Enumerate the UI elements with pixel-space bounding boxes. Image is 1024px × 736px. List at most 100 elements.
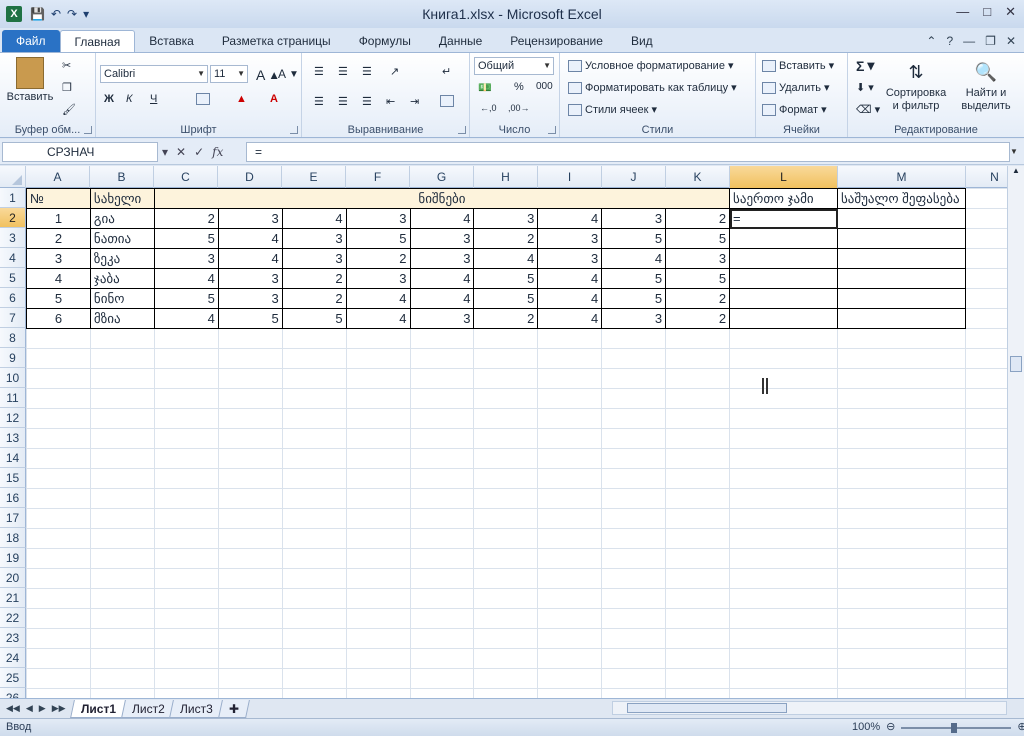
- cell-k15[interactable]: [665, 468, 731, 489]
- cell-k6[interactable]: 2: [665, 288, 731, 309]
- row-header[interactable]: 2: [0, 208, 26, 228]
- cell-e23[interactable]: [281, 628, 347, 649]
- underline-button[interactable]: Ч: [150, 93, 157, 105]
- clipboard-launcher-icon[interactable]: [84, 126, 92, 134]
- cell-a26[interactable]: [26, 688, 91, 698]
- cell-l1[interactable]: საერთო ჯამი: [729, 188, 838, 209]
- cell-m5[interactable]: [837, 268, 966, 289]
- cell-h25[interactable]: [473, 668, 539, 689]
- cell-b25[interactable]: [89, 668, 155, 689]
- tab-view[interactable]: Вид: [617, 30, 667, 52]
- cell-m11[interactable]: [837, 388, 966, 409]
- cell-a15[interactable]: [26, 468, 91, 489]
- cell-l8[interactable]: [729, 328, 838, 349]
- cell-e9[interactable]: [281, 348, 347, 369]
- cell-f12[interactable]: [345, 408, 411, 429]
- cell-g12[interactable]: [409, 408, 475, 429]
- cell-a18[interactable]: [26, 528, 91, 549]
- cell-h19[interactable]: [473, 548, 539, 569]
- cell-i2[interactable]: 4: [537, 208, 603, 229]
- cell-f9[interactable]: [345, 348, 411, 369]
- sheet-tab-3[interactable]: Лист3: [169, 699, 224, 718]
- cell-j23[interactable]: [601, 628, 667, 649]
- cell-k10[interactable]: [665, 368, 731, 389]
- cell-k4[interactable]: 3: [665, 248, 731, 269]
- cell-m25[interactable]: [837, 668, 966, 689]
- vertical-scrollbar[interactable]: ▲: [1007, 166, 1024, 698]
- column-header-m[interactable]: M: [838, 166, 966, 188]
- cell-f26[interactable]: [345, 688, 411, 698]
- cell-d26[interactable]: [217, 688, 283, 698]
- cell-l24[interactable]: [729, 648, 838, 669]
- cell-j6[interactable]: 5: [601, 288, 667, 309]
- cell-f15[interactable]: [345, 468, 411, 489]
- cell-c26[interactable]: [153, 688, 219, 698]
- row-header[interactable]: 24: [0, 648, 26, 668]
- cell-e8[interactable]: [281, 328, 347, 349]
- cell-e4[interactable]: 3: [281, 248, 347, 269]
- row-header[interactable]: 19: [0, 548, 26, 568]
- cell-j21[interactable]: [601, 588, 667, 609]
- cell-g22[interactable]: [409, 608, 475, 629]
- cell-j24[interactable]: [601, 648, 667, 669]
- horizontal-scroll-thumb[interactable]: [627, 703, 787, 713]
- cell-styles-button[interactable]: Стили ячеек ▾: [568, 103, 657, 116]
- name-box[interactable]: СРЗНАЧ: [2, 142, 158, 162]
- cell-i14[interactable]: [537, 448, 603, 469]
- sheet-tab-2[interactable]: Лист2: [120, 699, 176, 718]
- row-header[interactable]: 12: [0, 408, 26, 428]
- bold-button[interactable]: Ж: [104, 93, 114, 105]
- cell-m7[interactable]: [837, 308, 966, 329]
- row-header[interactable]: 7: [0, 308, 26, 328]
- copy-icon[interactable]: ❐: [62, 81, 72, 94]
- cell-i20[interactable]: [537, 568, 603, 589]
- cell-e13[interactable]: [281, 428, 347, 449]
- cell-g10[interactable]: [409, 368, 475, 389]
- row-header[interactable]: 16: [0, 488, 26, 508]
- cell-b3[interactable]: ნათია: [89, 228, 155, 249]
- cell-h21[interactable]: [473, 588, 539, 609]
- cell-m18[interactable]: [837, 528, 966, 549]
- cell-k7[interactable]: 2: [665, 308, 731, 329]
- enter-icon[interactable]: ✓: [194, 145, 204, 159]
- cell-a2[interactable]: 1: [26, 208, 91, 229]
- cell-c12[interactable]: [153, 408, 219, 429]
- cell-m23[interactable]: [837, 628, 966, 649]
- close-icon[interactable]: ✕: [1005, 4, 1016, 20]
- cell-j3[interactable]: 5: [601, 228, 667, 249]
- cell-j20[interactable]: [601, 568, 667, 589]
- cell-b20[interactable]: [89, 568, 155, 589]
- cell-f16[interactable]: [345, 488, 411, 509]
- cell-c1-merged[interactable]: ნიშნები: [153, 188, 731, 209]
- cell-a24[interactable]: [26, 648, 91, 669]
- row-header[interactable]: 5: [0, 268, 26, 288]
- cell-l17[interactable]: [729, 508, 838, 529]
- cell-a19[interactable]: [26, 548, 91, 569]
- expand-formula-icon[interactable]: ▼: [1010, 142, 1022, 162]
- row-header[interactable]: 21: [0, 588, 26, 608]
- cell-h3[interactable]: 2: [473, 228, 539, 249]
- cell-a1[interactable]: №: [26, 188, 91, 209]
- cell-a12[interactable]: [26, 408, 91, 429]
- sheet-tab-1[interactable]: Лист1: [69, 699, 127, 718]
- cell-c23[interactable]: [153, 628, 219, 649]
- cell-d3[interactable]: 4: [217, 228, 283, 249]
- column-header-h[interactable]: H: [474, 166, 538, 188]
- row-header[interactable]: 3: [0, 228, 26, 248]
- insert-cells-button[interactable]: Вставить ▾: [762, 59, 834, 72]
- cell-m6[interactable]: [837, 288, 966, 309]
- cell-b10[interactable]: [89, 368, 155, 389]
- cell-b7[interactable]: მზია: [89, 308, 155, 329]
- cell-k11[interactable]: [665, 388, 731, 409]
- cell-i26[interactable]: [537, 688, 603, 698]
- cell-h15[interactable]: [473, 468, 539, 489]
- cell-m2[interactable]: [837, 208, 966, 229]
- cell-f24[interactable]: [345, 648, 411, 669]
- cell-i19[interactable]: [537, 548, 603, 569]
- cell-f19[interactable]: [345, 548, 411, 569]
- cell-h11[interactable]: [473, 388, 539, 409]
- conditional-formatting-button[interactable]: Условное форматирование ▾: [568, 59, 733, 72]
- cell-e25[interactable]: [281, 668, 347, 689]
- cell-k13[interactable]: [665, 428, 731, 449]
- cell-i3[interactable]: 3: [537, 228, 603, 249]
